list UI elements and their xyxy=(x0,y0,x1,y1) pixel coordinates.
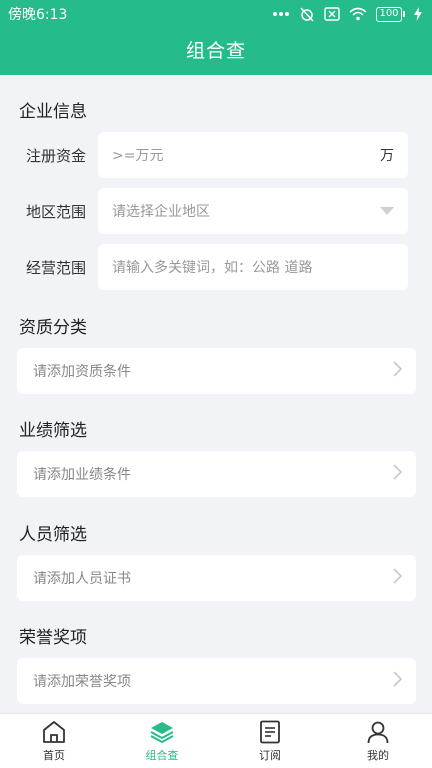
add-performance-button[interactable]: 请添加业绩条件 xyxy=(17,451,416,497)
business-scope-row: 经营范围 请输入多关键词，如：公路 道路 xyxy=(0,244,432,290)
section-title-company-info: 企业信息 xyxy=(19,102,87,122)
dropdown-triangle-icon xyxy=(380,203,394,219)
add-personnel-button[interactable]: 请添加人员证书 xyxy=(17,555,416,601)
chevron-right-icon xyxy=(393,464,403,484)
nav-subscribe[interactable]: 订阅 xyxy=(216,714,324,768)
charging-icon xyxy=(414,7,422,21)
status-bar: 傍晚6:13 100 xyxy=(0,0,432,28)
sim-card-icon xyxy=(324,7,340,21)
capital-row: 注册资金 >=万元 万 xyxy=(0,132,432,178)
section-title-qualification: 资质分类 xyxy=(19,318,87,338)
business-scope-input[interactable]: 请输入多关键词，如：公路 道路 xyxy=(98,244,408,290)
alarm-off-icon xyxy=(299,6,315,22)
region-placeholder: 请选择企业地区 xyxy=(112,204,210,220)
nav-label: 组合查 xyxy=(145,749,179,762)
section-title-personnel: 人员筛选 xyxy=(19,525,87,545)
region-select[interactable]: 请选择企业地区 xyxy=(98,188,408,234)
capital-placeholder: >=万元 xyxy=(112,148,164,164)
page-title: 组合查 xyxy=(185,40,246,62)
region-label: 地区范围 xyxy=(26,203,87,221)
battery-level: 100 xyxy=(376,6,402,22)
add-honors-button[interactable]: 请添加荣誉奖项 xyxy=(17,658,416,704)
nav-label: 首页 xyxy=(43,749,65,762)
nav-combined-search[interactable]: 组合查 xyxy=(108,714,216,768)
top-bar: 傍晚6:13 100 组合查 xyxy=(0,0,432,75)
user-icon xyxy=(366,720,390,747)
battery-icon: 100 xyxy=(376,6,405,22)
nav-label: 订阅 xyxy=(259,749,281,762)
main-content: 企业信息 注册资金 >=万元 万 地区范围 请选择企业地区 经营范围 请输入多关… xyxy=(0,75,432,713)
home-icon xyxy=(41,720,67,747)
business-scope-label: 经营范围 xyxy=(26,259,87,277)
nav-label: 我的 xyxy=(367,749,389,762)
capital-unit: 万 xyxy=(380,148,394,164)
chevron-right-icon xyxy=(393,568,403,588)
status-time: 傍晚6:13 xyxy=(8,7,68,23)
region-row: 地区范围 请选择企业地区 xyxy=(0,188,432,234)
performance-placeholder: 请添加业绩条件 xyxy=(33,467,131,483)
personnel-placeholder: 请添加人员证书 xyxy=(33,571,131,587)
capital-label: 注册资金 xyxy=(26,147,87,165)
chevron-right-icon xyxy=(393,671,403,691)
more-dots-icon xyxy=(272,11,290,17)
qualification-placeholder: 请添加资质条件 xyxy=(33,364,131,380)
document-icon xyxy=(258,720,282,747)
layers-icon xyxy=(149,720,175,747)
section-title-performance: 业绩筛选 xyxy=(19,421,87,441)
section-title-honors: 荣誉奖项 xyxy=(19,628,87,648)
capital-input[interactable]: >=万元 万 xyxy=(98,132,408,178)
honors-placeholder: 请添加荣誉奖项 xyxy=(33,674,131,690)
status-icons: 100 xyxy=(272,6,422,22)
bottom-nav: 首页 组合查 订阅 我的 xyxy=(0,713,432,768)
wifi-icon xyxy=(349,7,367,21)
business-scope-placeholder: 请输入多关键词，如：公路 道路 xyxy=(112,260,313,276)
nav-mine[interactable]: 我的 xyxy=(324,714,432,768)
add-qualification-button[interactable]: 请添加资质条件 xyxy=(17,348,416,394)
nav-home[interactable]: 首页 xyxy=(0,714,108,768)
chevron-right-icon xyxy=(393,361,403,381)
